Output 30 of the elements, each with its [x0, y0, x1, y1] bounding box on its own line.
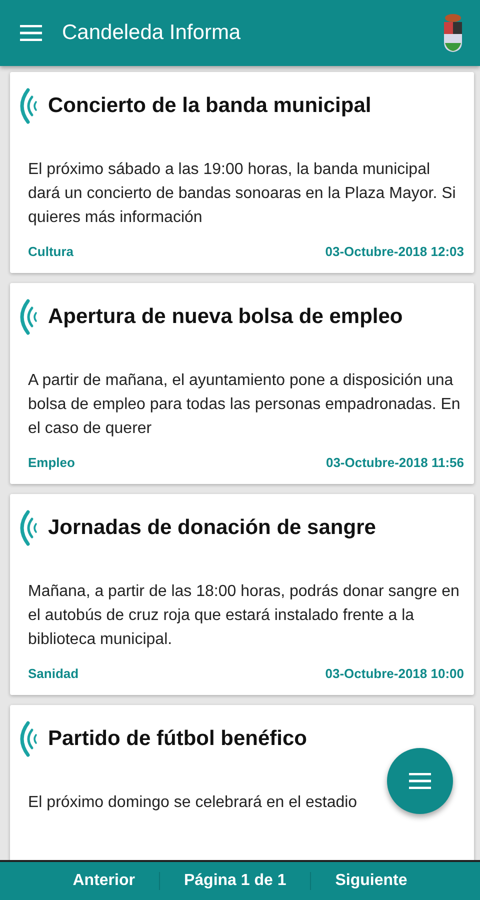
news-summary: El próximo domingo se celebrará en el estadio	[28, 793, 358, 813]
news-summary: Mañana, a partir de las 18:00 horas, podrás donar sangre en el autobús de cruz roja que estará instalado frente a la biblioteca municipal.	[28, 582, 460, 650]
news-category: Sanidad	[28, 666, 79, 681]
news-title: Jornadas de donación de sangre	[48, 516, 376, 540]
signal-waves-icon	[18, 721, 38, 757]
news-date: 03-Octubre-2018 11:56	[326, 455, 464, 470]
news-title: Concierto de la banda municipal	[48, 94, 372, 118]
signal-waves-icon	[18, 299, 38, 335]
news-card[interactable]: Concierto de la banda municipal El próximo sábado a las 19:00 horas, la banda municipal dará un concierto de bandas sonoaras en la Plaza Mayor. Si quieres más información Cultura 03-Octubre-2018 12:03	[10, 72, 474, 273]
news-card[interactable]: Jornadas de donación de sangre Mañana, a partir de las 18:00 horas, podrás donar sangre en el autobús de cruz roja que estará instalado frente a la biblioteca municipal. Sanidad 03-Octubre-2018 10:00	[10, 494, 474, 695]
menu-icon	[409, 773, 431, 789]
news-summary: A partir de mañana, el ayuntamiento pone a disposición una bolsa de empleo para todas las personas empadronadas. En el caso de querer	[28, 371, 462, 439]
news-date: 03-Octubre-2018 10:00	[325, 666, 464, 681]
news-summary: El próximo sábado a las 19:00 horas, la banda municipal dará un concierto de bandas sonoaras en la Plaza Mayor. Si quieres más información	[28, 160, 457, 228]
news-title: Apertura de nueva bolsa de empleo	[48, 305, 403, 329]
app-title: Candeleda Informa	[62, 21, 242, 45]
signal-waves-icon	[18, 88, 38, 124]
crest-icon	[442, 13, 464, 53]
news-category: Cultura	[28, 244, 74, 259]
previous-button[interactable]: Anterior	[48, 872, 159, 890]
next-button[interactable]: Siguiente	[311, 872, 432, 890]
page-indicator: Página 1 de 1	[158, 872, 312, 890]
news-card[interactable]: Apertura de nueva bolsa de empleo A partir de mañana, el ayuntamiento pone a disposición una bolsa de empleo para todas las personas empadronadas. En el caso de querer Empleo 03-Octubre-2018 11:56	[10, 283, 474, 484]
menu-button[interactable]	[20, 25, 42, 41]
news-title: Partido de fútbol benéfico	[48, 727, 308, 751]
news-date: 03-Octubre-2018 12:03	[325, 244, 464, 259]
menu-icon	[20, 25, 42, 41]
news-category: Empleo	[28, 455, 75, 470]
news-card[interactable]: Partido de fútbol benéfico El próximo domingo se celebrará en el estadio	[10, 705, 474, 860]
signal-waves-icon	[18, 510, 38, 546]
